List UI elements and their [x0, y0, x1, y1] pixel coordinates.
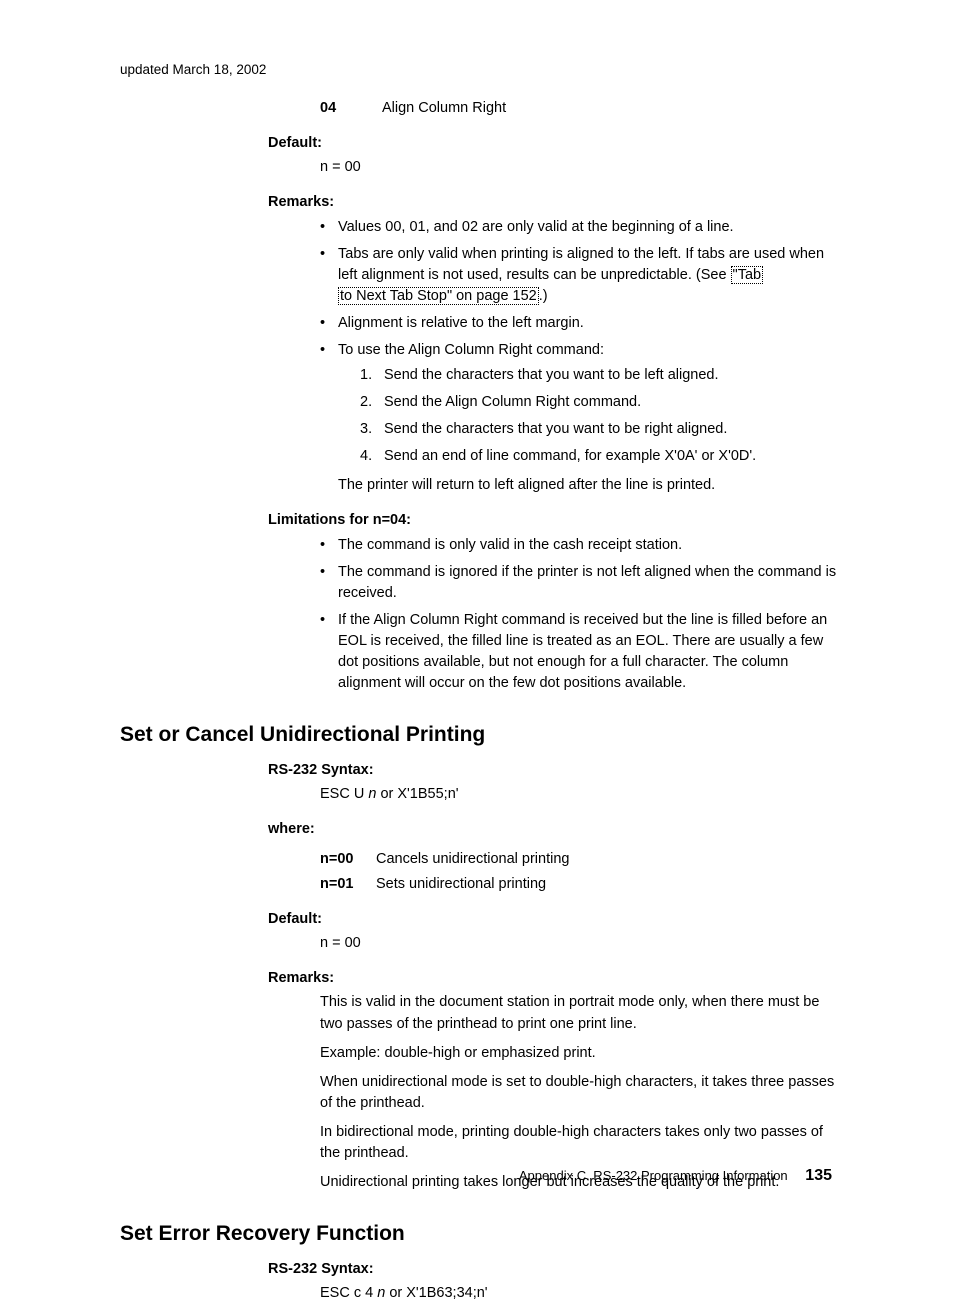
- text-fragment: .): [539, 288, 548, 304]
- param-key-n00: n=00: [320, 849, 376, 870]
- label-remarks-2: Remarks:: [268, 968, 839, 989]
- step-text: Send an end of line command, for example…: [384, 448, 756, 464]
- label-remarks: Remarks:: [268, 192, 839, 213]
- updated-date: updated March 18, 2002: [120, 60, 839, 80]
- syntax-n: n: [377, 1285, 385, 1301]
- step-text: Send the Align Column Right command.: [384, 394, 641, 410]
- param-code-04: 04: [320, 98, 382, 119]
- steps-list: 1.Send the characters that you want to b…: [360, 365, 839, 467]
- label-limitations: Limitations for n=04:: [268, 510, 839, 531]
- page-footer: Appendix C. RS-232 Programming Informati…: [519, 1164, 832, 1187]
- syntax-pre: ESC c 4: [320, 1285, 377, 1301]
- remark-para: This is valid in the document station in…: [320, 992, 839, 1034]
- text-fragment: To use the Align Column Right command:: [338, 342, 604, 358]
- link-tab-stop-2[interactable]: to Next Tab Stop" on page 152: [338, 287, 539, 305]
- syntax-post: or X'1B63;34;n': [385, 1285, 487, 1301]
- param-text-n01: Sets unidirectional printing: [376, 874, 546, 895]
- label-default: Default:: [268, 133, 839, 154]
- page-number: 135: [805, 1167, 832, 1184]
- heading-error-recovery: Set Error Recovery Function: [120, 1219, 839, 1249]
- syntax-value: ESC U n or X'1B55;n': [320, 784, 839, 805]
- link-tab-stop-1[interactable]: "Tab: [731, 266, 764, 284]
- list-item: If the Align Column Right command is rec…: [320, 610, 839, 694]
- remark-para: When unidirectional mode is set to doubl…: [320, 1072, 839, 1114]
- default-value-2: n = 00: [320, 933, 839, 954]
- step-text: Send the characters that you want to be …: [384, 367, 719, 383]
- remark-para: Example: double-high or emphasized print…: [320, 1043, 839, 1064]
- param-text-04: Align Column Right: [382, 98, 506, 119]
- list-item: The command is ignored if the printer is…: [320, 562, 839, 604]
- content-area: 04 Align Column Right Default: n = 00 Re…: [268, 98, 839, 694]
- list-item: To use the Align Column Right command: 1…: [320, 340, 839, 496]
- label-rs232-syntax-2: RS-232 Syntax:: [268, 1259, 839, 1280]
- step-item: 1.Send the characters that you want to b…: [360, 365, 839, 386]
- step-text: Send the characters that you want to be …: [384, 421, 727, 437]
- param-text-n00: Cancels unidirectional printing: [376, 849, 569, 870]
- list-item: Alignment is relative to the left margin…: [320, 313, 839, 334]
- remarks-tail: The printer will return to left aligned …: [338, 475, 839, 496]
- syntax-post: or X'1B55;n': [376, 786, 458, 802]
- list-item: Values 00, 01, and 02 are only valid at …: [320, 217, 839, 238]
- remarks-list: Values 00, 01, and 02 are only valid at …: [320, 217, 839, 496]
- list-item: Tabs are only valid when printing is ali…: [320, 244, 839, 307]
- label-rs232-syntax: RS-232 Syntax:: [268, 760, 839, 781]
- list-item: The command is only valid in the cash re…: [320, 535, 839, 556]
- step-item: 4.Send an end of line command, for examp…: [360, 446, 839, 467]
- label-default-2: Default:: [268, 909, 839, 930]
- footer-text: Appendix C. RS-232 Programming Informati…: [519, 1168, 788, 1183]
- remark-para: In bidirectional mode, printing double-h…: [320, 1122, 839, 1164]
- step-item: 2.Send the Align Column Right command.: [360, 392, 839, 413]
- label-where: where:: [268, 819, 839, 840]
- syntax-value-2: ESC c 4 n or X'1B63;34;n': [320, 1283, 839, 1304]
- syntax-pre: ESC U: [320, 786, 368, 802]
- default-value: n = 00: [320, 157, 839, 178]
- param-key-n01: n=01: [320, 874, 376, 895]
- step-item: 3.Send the characters that you want to b…: [360, 419, 839, 440]
- heading-unidirectional: Set or Cancel Unidirectional Printing: [120, 720, 839, 750]
- limitations-list: The command is only valid in the cash re…: [320, 535, 839, 694]
